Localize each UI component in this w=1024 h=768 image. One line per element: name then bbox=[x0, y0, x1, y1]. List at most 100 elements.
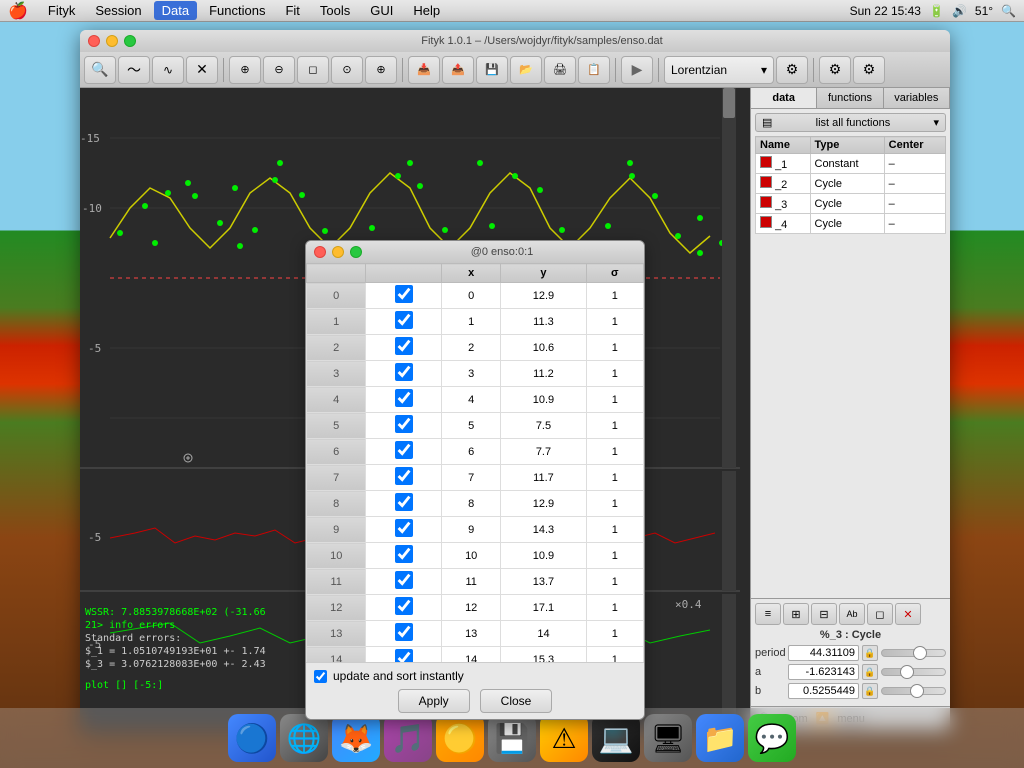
row-enabled-checkbox[interactable] bbox=[395, 649, 413, 662]
menu-data[interactable]: Data bbox=[154, 1, 197, 20]
row-checkbox-cell[interactable] bbox=[366, 335, 442, 361]
row-enabled-checkbox[interactable] bbox=[395, 389, 413, 407]
save-btn[interactable]: 💾 bbox=[476, 56, 508, 84]
tab-data[interactable]: data bbox=[751, 88, 817, 108]
fn-table-row[interactable]: _4 Cycle – bbox=[756, 214, 946, 234]
param-lock-a[interactable]: 🔒 bbox=[862, 664, 878, 680]
wave-btn[interactable]: 〜 bbox=[118, 56, 150, 84]
row-checkbox-cell[interactable] bbox=[366, 361, 442, 387]
zoom-fit-btn[interactable]: 🔍 bbox=[84, 56, 116, 84]
param-btn-menu[interactable]: ≡ bbox=[755, 603, 781, 625]
zoom-all-btn[interactable]: ◻ bbox=[297, 56, 329, 84]
run-btn[interactable]: ▶ bbox=[621, 56, 653, 84]
fn-table-row[interactable]: _3 Cycle – bbox=[756, 194, 946, 214]
print-btn[interactable]: 🖨 bbox=[544, 56, 576, 84]
row-enabled-checkbox[interactable] bbox=[395, 363, 413, 381]
dock-console[interactable]: 💻 bbox=[592, 714, 640, 762]
dock-messages[interactable]: 💬 bbox=[748, 714, 796, 762]
row-checkbox-cell[interactable] bbox=[366, 517, 442, 543]
open-btn[interactable]: 📂 bbox=[510, 56, 542, 84]
param-btn-text[interactable]: Ab bbox=[839, 603, 865, 625]
row-checkbox-cell[interactable] bbox=[366, 439, 442, 465]
fn-table-row[interactable]: _2 Cycle – bbox=[756, 174, 946, 194]
dock-itunes[interactable]: 🎵 bbox=[384, 714, 432, 762]
param-btn-add[interactable]: ⊞ bbox=[783, 603, 809, 625]
row-enabled-checkbox[interactable] bbox=[395, 337, 413, 355]
apply-button[interactable]: Apply bbox=[398, 689, 470, 713]
param-slider-b[interactable] bbox=[881, 687, 946, 695]
row-checkbox-cell[interactable] bbox=[366, 387, 442, 413]
dock-safari[interactable]: 🦊 bbox=[332, 714, 380, 762]
import-btn[interactable]: 📥 bbox=[408, 56, 440, 84]
dock-warning[interactable]: ⚠ bbox=[540, 714, 588, 762]
menu-help[interactable]: Help bbox=[405, 1, 448, 20]
param-slider-period[interactable] bbox=[881, 649, 946, 657]
cross-btn[interactable]: ✕ bbox=[186, 56, 218, 84]
update-sort-checkbox[interactable] bbox=[314, 670, 327, 683]
param-value-a[interactable] bbox=[788, 664, 859, 680]
row-checkbox-cell[interactable] bbox=[366, 569, 442, 595]
dialog-close-btn[interactable] bbox=[314, 246, 326, 258]
row-checkbox-cell[interactable] bbox=[366, 621, 442, 647]
dock-vlc[interactable]: 🟡 bbox=[436, 714, 484, 762]
param-value-period[interactable] bbox=[788, 645, 859, 661]
close-button[interactable] bbox=[88, 35, 100, 47]
zoom-y-btn[interactable]: ⊕ bbox=[365, 56, 397, 84]
fit-options-btn[interactable]: ⚙ bbox=[853, 56, 885, 84]
param-btn-close[interactable]: ✕ bbox=[895, 603, 921, 625]
fn-settings-btn[interactable]: ⚙ bbox=[776, 56, 808, 84]
dock-finder2[interactable]: 📁 bbox=[696, 714, 744, 762]
row-enabled-checkbox[interactable] bbox=[395, 623, 413, 641]
zoom-out-btn[interactable]: ⊖ bbox=[263, 56, 295, 84]
row-enabled-checkbox[interactable] bbox=[395, 285, 413, 303]
row-enabled-checkbox[interactable] bbox=[395, 545, 413, 563]
menu-fit[interactable]: Fit bbox=[277, 1, 307, 20]
fn-table-row[interactable]: _1 Constant – bbox=[756, 154, 946, 174]
row-enabled-checkbox[interactable] bbox=[395, 441, 413, 459]
row-checkbox-cell[interactable] bbox=[366, 465, 442, 491]
maximize-button[interactable] bbox=[124, 35, 136, 47]
param-btn-box[interactable]: ◻ bbox=[867, 603, 893, 625]
fit-btn[interactable]: ⚙ bbox=[819, 56, 851, 84]
row-checkbox-cell[interactable] bbox=[366, 283, 442, 309]
zoom-in-btn[interactable]: ⊕ bbox=[229, 56, 261, 84]
dialog-max-btn[interactable] bbox=[350, 246, 362, 258]
row-enabled-checkbox[interactable] bbox=[395, 571, 413, 589]
tab-variables[interactable]: variables bbox=[884, 88, 950, 108]
magnifier-icon[interactable]: 🔍 bbox=[1001, 4, 1016, 18]
dock-launchpad[interactable]: 🌐 bbox=[280, 714, 328, 762]
row-checkbox-cell[interactable] bbox=[366, 647, 442, 663]
close-button[interactable]: Close bbox=[480, 689, 553, 713]
param-lock-b[interactable]: 🔒 bbox=[862, 683, 878, 699]
param-value-b[interactable] bbox=[788, 683, 859, 699]
param-lock-period[interactable]: 🔒 bbox=[862, 645, 878, 661]
list-header[interactable]: ▤ list all functions ▾ bbox=[755, 113, 946, 132]
script-btn[interactable]: 📋 bbox=[578, 56, 610, 84]
param-btn-remove[interactable]: ⊟ bbox=[811, 603, 837, 625]
tab-functions[interactable]: functions bbox=[817, 88, 883, 108]
dock-disk[interactable]: 💾 bbox=[488, 714, 536, 762]
row-enabled-checkbox[interactable] bbox=[395, 597, 413, 615]
export-btn[interactable]: 📤 bbox=[442, 56, 474, 84]
menu-tools[interactable]: Tools bbox=[312, 1, 358, 20]
row-enabled-checkbox[interactable] bbox=[395, 415, 413, 433]
param-slider-a[interactable] bbox=[881, 668, 946, 676]
menu-fityk[interactable]: Fityk bbox=[40, 1, 83, 20]
dock-system-prefs[interactable]: 🖥 bbox=[644, 714, 692, 762]
menu-functions[interactable]: Functions bbox=[201, 1, 273, 20]
curve-btn[interactable]: ∿ bbox=[152, 56, 184, 84]
row-checkbox-cell[interactable] bbox=[366, 595, 442, 621]
apple-menu[interactable]: 🍎 bbox=[8, 1, 28, 21]
row-enabled-checkbox[interactable] bbox=[395, 493, 413, 511]
dialog-min-btn[interactable] bbox=[332, 246, 344, 258]
row-checkbox-cell[interactable] bbox=[366, 309, 442, 335]
row-enabled-checkbox[interactable] bbox=[395, 467, 413, 485]
menu-gui[interactable]: GUI bbox=[362, 1, 401, 20]
zoom-x-btn[interactable]: ⊙ bbox=[331, 56, 363, 84]
function-type-dropdown[interactable]: Lorentzian ▾ bbox=[664, 56, 774, 84]
dock-finder[interactable]: 🔵 bbox=[228, 714, 276, 762]
row-enabled-checkbox[interactable] bbox=[395, 311, 413, 329]
row-checkbox-cell[interactable] bbox=[366, 543, 442, 569]
row-checkbox-cell[interactable] bbox=[366, 413, 442, 439]
row-checkbox-cell[interactable] bbox=[366, 491, 442, 517]
